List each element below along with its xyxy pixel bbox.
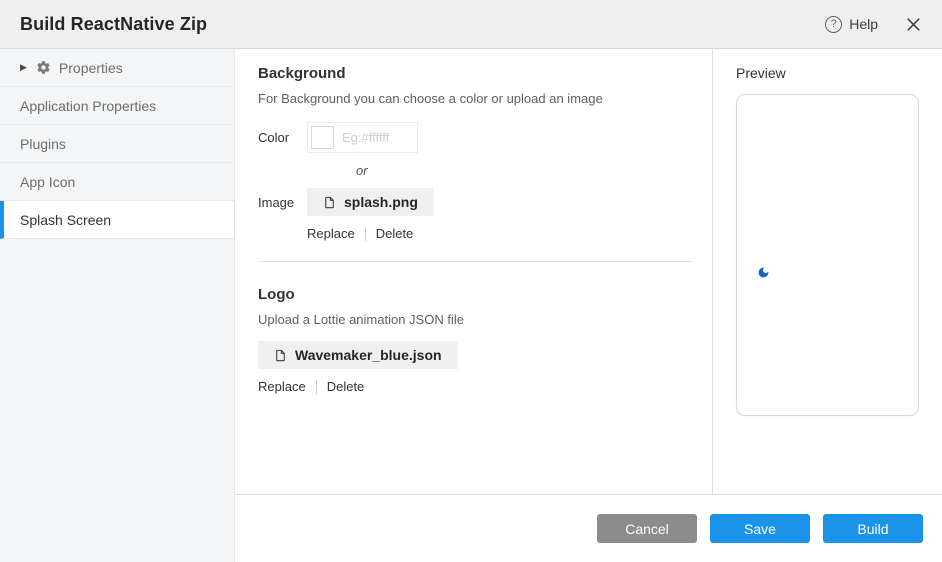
logo-delete-link[interactable]: Delete — [327, 379, 365, 394]
sidebar-item-label: Application Properties — [20, 98, 156, 114]
background-image-file-chip[interactable]: splash.png — [307, 188, 434, 216]
image-replace-link[interactable]: Replace — [307, 226, 355, 241]
sidebar-item-plugins[interactable]: Plugins — [0, 125, 234, 163]
save-button[interactable]: Save — [710, 514, 810, 543]
color-field-label: Color — [258, 130, 307, 145]
file-icon — [323, 195, 336, 210]
background-section-description: For Background you can choose a color or… — [258, 91, 693, 106]
splash-preview-frame — [736, 94, 919, 416]
dialog-title: Build ReactNative Zip — [20, 14, 207, 35]
preview-title: Preview — [736, 65, 942, 81]
dialog-footer: Cancel Save Build — [235, 494, 942, 562]
image-field-label: Image — [258, 195, 307, 210]
sidebar-item-label: Properties — [59, 60, 123, 76]
preview-panel: Preview — [712, 49, 942, 494]
sidebar-item-splash-screen[interactable]: Splash Screen — [0, 201, 234, 239]
color-swatch[interactable] — [311, 126, 334, 149]
sidebar: ▶ Properties Application Properties Plug… — [0, 49, 235, 562]
or-label: or — [356, 163, 693, 178]
sidebar-item-label: Splash Screen — [20, 212, 111, 228]
link-separator — [316, 380, 317, 394]
close-icon[interactable] — [905, 16, 922, 33]
sidebar-item-label: Plugins — [20, 136, 66, 152]
help-question-icon: ? — [825, 16, 842, 33]
lottie-logo-crescent-icon — [757, 266, 770, 279]
sidebar-item-properties[interactable]: ▶ Properties — [0, 49, 234, 87]
logo-file-name: Wavemaker_blue.json — [295, 347, 442, 363]
caret-right-icon: ▶ — [20, 62, 27, 73]
sidebar-item-application-properties[interactable]: Application Properties — [0, 87, 234, 125]
logo-section-title: Logo — [258, 286, 693, 303]
help-label: Help — [849, 16, 878, 32]
cancel-button[interactable]: Cancel — [597, 514, 697, 543]
logo-file-chip[interactable]: Wavemaker_blue.json — [258, 341, 458, 369]
splash-screen-settings-panel: Background For Background you can choose… — [235, 49, 712, 494]
color-hex-input[interactable] — [334, 126, 414, 149]
logo-section-description: Upload a Lottie animation JSON file — [258, 312, 693, 327]
build-reactnative-zip-dialog: Build ReactNative Zip ? Help ▶ Propertie… — [0, 0, 942, 562]
logo-replace-link[interactable]: Replace — [258, 379, 306, 394]
gear-icon — [36, 60, 51, 75]
help-button[interactable]: ? Help — [825, 16, 878, 33]
color-input-group — [307, 122, 418, 153]
image-delete-link[interactable]: Delete — [376, 226, 414, 241]
file-icon — [274, 348, 287, 363]
background-section-title: Background — [258, 65, 693, 82]
dialog-header: Build ReactNative Zip ? Help — [0, 0, 942, 49]
background-image-file-name: splash.png — [344, 194, 418, 210]
link-separator — [365, 227, 366, 241]
section-divider — [258, 261, 693, 262]
sidebar-item-label: App Icon — [20, 174, 75, 190]
sidebar-item-app-icon[interactable]: App Icon — [0, 163, 234, 201]
build-button[interactable]: Build — [823, 514, 923, 543]
